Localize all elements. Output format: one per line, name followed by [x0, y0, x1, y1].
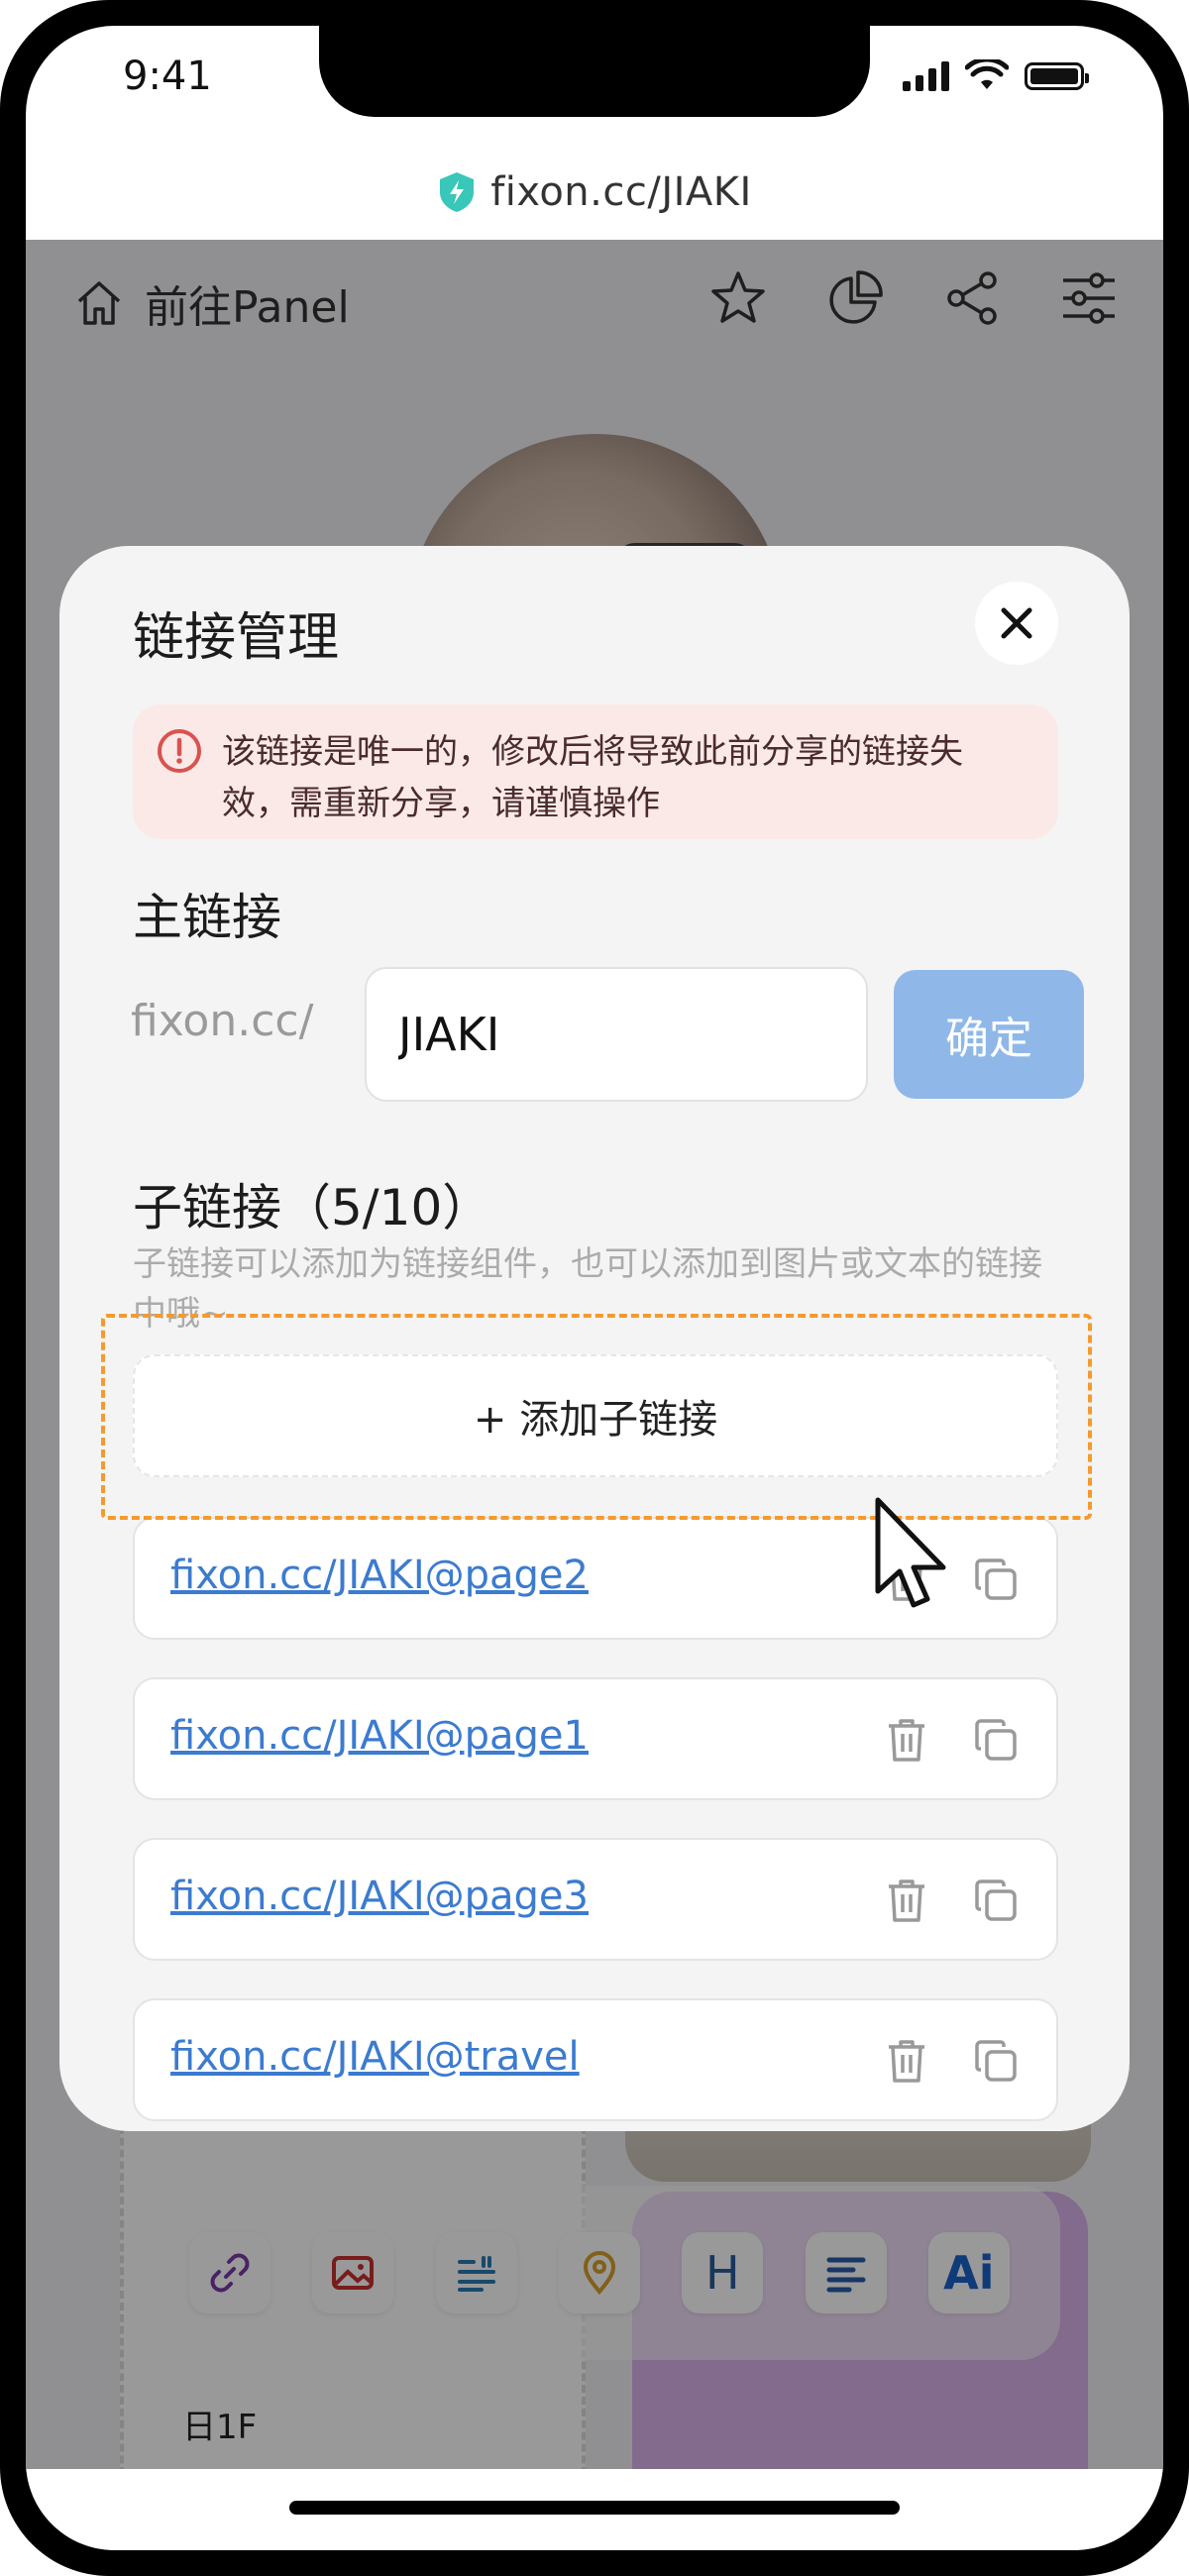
address-bar[interactable]: fixon.cc/JIAKI	[26, 145, 1163, 240]
close-button[interactable]	[975, 582, 1058, 665]
pointer-cursor-icon	[875, 1497, 946, 1608]
phone-screen: 9:41 fixon.cc/JIAKI 前往Panel 日1F H Ai 链接管…	[26, 26, 1163, 2550]
main-link-title: 主链接	[133, 889, 281, 946]
copy-icon[interactable]	[965, 1549, 1027, 1610]
main-link-prefix: fixon.cc/	[131, 996, 314, 1046]
status-icons	[903, 59, 1089, 93]
copy-icon[interactable]	[965, 1870, 1027, 1931]
sub-link-url[interactable]: fixon.cc/JIAKI@page1	[170, 1713, 589, 1759]
sub-links-title: 子链接（5/10）	[133, 1179, 492, 1236]
shield-icon	[440, 172, 475, 212]
signal-icon	[903, 61, 949, 91]
sub-link-url[interactable]: fixon.cc/JIAKI@page2	[170, 1553, 589, 1598]
sub-link-row: fixon.cc/JIAKI@page3	[133, 1838, 1058, 1961]
notch	[319, 26, 870, 117]
home-indicator[interactable]	[289, 2501, 900, 2515]
status-time: 9:41	[123, 54, 212, 99]
trash-icon[interactable]	[876, 2030, 937, 2092]
warning-text: 该链接是唯一的，修改后将导致此前分享的链接失效，需重新分享，请谨慎操作	[222, 732, 963, 823]
phone-frame: 9:41 fixon.cc/JIAKI 前往Panel 日1F H Ai 链接管…	[0, 0, 1189, 2576]
warning-icon	[158, 729, 201, 773]
copy-icon[interactable]	[965, 2030, 1027, 2092]
wifi-icon	[965, 59, 1009, 89]
battery-icon	[1025, 62, 1089, 90]
highlight-annotation	[101, 1314, 1092, 1520]
confirm-button[interactable]: 确定	[894, 970, 1084, 1099]
copy-icon[interactable]	[965, 1709, 1027, 1771]
main-link-input[interactable]	[365, 967, 868, 1102]
trash-icon[interactable]	[876, 1709, 937, 1771]
trash-icon[interactable]	[876, 1870, 937, 1931]
sub-link-url[interactable]: fixon.cc/JIAKI@page3	[170, 1874, 589, 1919]
modal-title: 链接管理	[133, 608, 340, 668]
sub-link-url[interactable]: fixon.cc/JIAKI@travel	[170, 2034, 580, 2080]
close-icon	[1001, 607, 1032, 639]
warning-banner: 该链接是唯一的，修改后将导致此前分享的链接失效，需重新分享，请谨慎操作	[133, 704, 1058, 839]
sub-link-row: fixon.cc/JIAKI@page1	[133, 1677, 1058, 1800]
sub-link-row: fixon.cc/JIAKI@travel	[133, 1998, 1058, 2121]
address-url: fixon.cc/JIAKI	[490, 169, 752, 215]
